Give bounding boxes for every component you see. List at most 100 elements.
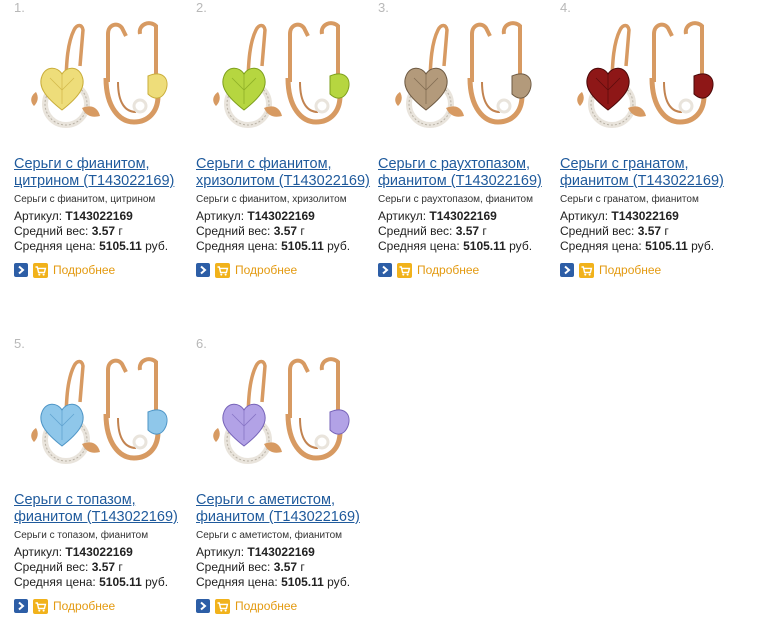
price-value: 5105.11	[645, 239, 688, 253]
shopping-cart-icon[interactable]	[397, 263, 412, 278]
weight-value: 3.57	[273, 224, 298, 238]
article-row: Артикул: T143022169	[14, 545, 133, 559]
article-label: Артикул:	[14, 209, 66, 223]
weight-label: Средний вес:	[14, 224, 92, 238]
shopping-cart-icon[interactable]	[33, 599, 48, 614]
price-value: 5105.11	[281, 239, 324, 253]
product-description: Серьги с фианитом, цитрином	[14, 194, 156, 205]
weight-unit: г	[297, 224, 305, 238]
product-title-link[interactable]: Серьги с раухтопазом, фианитом (T1430221…	[378, 156, 556, 190]
product-description: Серьги с аметистом, фианитом	[196, 530, 343, 541]
arrow-right-icon[interactable]	[196, 263, 210, 277]
price-row: Средняя цена: 5105.11 руб.	[378, 239, 532, 253]
price-label: Средняя цена:	[14, 575, 100, 589]
weight-row: Средний вес: 3.57 г	[196, 224, 305, 238]
weight-unit: г	[661, 224, 669, 238]
price-row: Средняя цена: 5105.11 руб.	[14, 575, 168, 589]
price-label: Средняя цена:	[196, 239, 282, 253]
article-label: Артикул:	[14, 545, 66, 559]
weight-unit: г	[115, 560, 123, 574]
product-title-link[interactable]: Серьги с топазом, фианитом (T143022169)	[14, 492, 192, 526]
more-link[interactable]: Подробнее	[599, 263, 661, 278]
product-title-link[interactable]: Серьги с фианитом, хризолитом (T14302216…	[196, 156, 374, 190]
article-label: Артикул:	[560, 209, 612, 223]
price-row: Средняя цена: 5105.11 руб.	[196, 575, 350, 589]
weight-unit: г	[297, 560, 305, 574]
shopping-cart-icon[interactable]	[215, 599, 230, 614]
article-row: Артикул: T143022169	[14, 209, 133, 223]
product-image[interactable]	[204, 12, 356, 138]
product-title-link[interactable]: Серьги с фианитом, цитрином (T143022169)	[14, 156, 192, 190]
article-value: T143022169	[247, 545, 315, 559]
price-value: 5105.11	[99, 575, 142, 589]
price-label: Средняя цена:	[378, 239, 464, 253]
article-value: T143022169	[247, 209, 315, 223]
more-link[interactable]: Подробнее	[235, 599, 297, 614]
weight-row: Средний вес: 3.57 г	[378, 224, 487, 238]
more-link[interactable]: Подробнее	[235, 263, 297, 278]
price-row: Средняя цена: 5105.11 руб.	[196, 239, 350, 253]
arrow-right-icon[interactable]	[14, 599, 28, 613]
product-title-link[interactable]: Серьги с гранатом, фианитом (T143022169)	[560, 156, 738, 190]
article-row: Артикул: T143022169	[560, 209, 679, 223]
article-value: T143022169	[611, 209, 679, 223]
shopping-cart-icon[interactable]	[33, 263, 48, 278]
arrow-right-icon[interactable]	[14, 263, 28, 277]
price-unit: руб.	[687, 239, 715, 253]
article-row: Артикул: T143022169	[196, 209, 315, 223]
product-description: Серьги с раухтопазом, фианитом	[378, 194, 533, 205]
weight-unit: г	[479, 224, 487, 238]
product-image[interactable]	[204, 348, 356, 474]
weight-row: Средний вес: 3.57 г	[560, 224, 669, 238]
article-row: Артикул: T143022169	[196, 545, 315, 559]
weight-row: Средний вес: 3.57 г	[14, 224, 123, 238]
price-label: Средняя цена:	[14, 239, 100, 253]
more-link[interactable]: Подробнее	[53, 263, 115, 278]
article-value: T143022169	[65, 209, 133, 223]
product-image[interactable]	[568, 12, 720, 138]
weight-label: Средний вес:	[196, 224, 274, 238]
price-value: 5105.11	[99, 239, 142, 253]
article-label: Артикул:	[378, 209, 430, 223]
price-unit: руб.	[323, 575, 351, 589]
weight-unit: г	[115, 224, 123, 238]
weight-row: Средний вес: 3.57 г	[14, 560, 123, 574]
weight-value: 3.57	[91, 560, 116, 574]
price-label: Средняя цена:	[560, 239, 646, 253]
product-description: Серьги с топазом, фианитом	[14, 530, 149, 541]
arrow-right-icon[interactable]	[196, 599, 210, 613]
product-description: Серьги с фианитом, хризолитом	[196, 194, 347, 205]
price-row: Средняя цена: 5105.11 руб.	[14, 239, 168, 253]
weight-value: 3.57	[637, 224, 662, 238]
product-description: Серьги с гранатом, фианитом	[560, 194, 699, 205]
weight-label: Средний вес:	[560, 224, 638, 238]
price-row: Средняя цена: 5105.11 руб.	[560, 239, 714, 253]
article-label: Артикул:	[196, 545, 248, 559]
more-link[interactable]: Подробнее	[417, 263, 479, 278]
weight-label: Средний вес:	[14, 560, 92, 574]
shopping-cart-icon[interactable]	[579, 263, 594, 278]
weight-value: 3.57	[455, 224, 480, 238]
weight-value: 3.57	[91, 224, 116, 238]
product-title-link[interactable]: Серьги с аметистом, фианитом (T143022169…	[196, 492, 374, 526]
more-link[interactable]: Подробнее	[53, 599, 115, 614]
article-row: Артикул: T143022169	[378, 209, 497, 223]
article-label: Артикул:	[196, 209, 248, 223]
price-label: Средняя цена:	[196, 575, 282, 589]
price-unit: руб.	[141, 239, 169, 253]
price-unit: руб.	[141, 575, 169, 589]
weight-row: Средний вес: 3.57 г	[196, 560, 305, 574]
price-value: 5105.11	[281, 575, 324, 589]
article-value: T143022169	[65, 545, 133, 559]
arrow-right-icon[interactable]	[560, 263, 574, 277]
product-image[interactable]	[22, 348, 174, 474]
price-unit: руб.	[505, 239, 533, 253]
arrow-right-icon[interactable]	[378, 263, 392, 277]
article-value: T143022169	[429, 209, 497, 223]
price-value: 5105.11	[463, 239, 506, 253]
product-image[interactable]	[386, 12, 538, 138]
weight-label: Средний вес:	[378, 224, 456, 238]
product-image[interactable]	[22, 12, 174, 138]
shopping-cart-icon[interactable]	[215, 263, 230, 278]
weight-value: 3.57	[273, 560, 298, 574]
